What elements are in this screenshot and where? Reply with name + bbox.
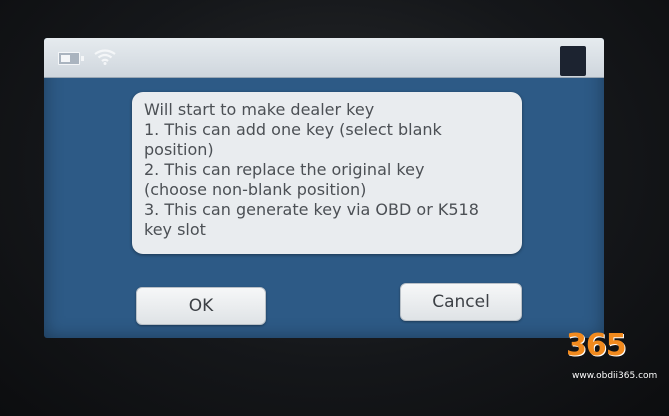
- watermark-url: www.obdii365.com: [572, 371, 658, 381]
- wifi-icon: [94, 49, 116, 65]
- status-bar: [44, 38, 604, 78]
- ok-button[interactable]: OK: [136, 287, 266, 325]
- battery-icon: [58, 52, 84, 65]
- dialog-line: (choose non-blank position): [144, 180, 367, 199]
- watermark-logo: 365 www.obdii365.com: [566, 328, 666, 388]
- dialog-line: 3. This can generate key via OBD or K518: [144, 200, 479, 219]
- dialog-line: position): [144, 140, 214, 159]
- dialog-line: key slot: [144, 220, 206, 239]
- dialog-line: 1. This can add one key (select blank: [144, 120, 442, 139]
- message-dialog: Will start to make dealer key 1. This ca…: [132, 92, 522, 254]
- dialog-line: 2. This can replace the original key: [144, 160, 425, 179]
- dialog-line: Will start to make dealer key: [144, 100, 375, 119]
- status-corner-block: [560, 46, 586, 76]
- dialog-message: Will start to make dealer key 1. This ca…: [144, 100, 516, 240]
- device-screen: Will start to make dealer key 1. This ca…: [44, 38, 604, 338]
- watermark-logo-text: 365: [566, 328, 627, 363]
- cancel-button[interactable]: Cancel: [400, 283, 522, 321]
